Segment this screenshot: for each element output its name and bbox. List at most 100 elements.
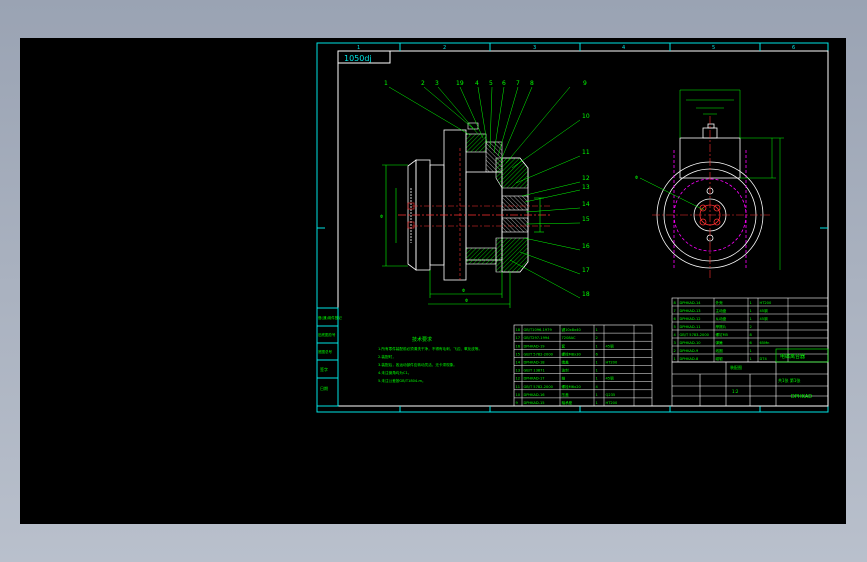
table-cell: 螺钉M5: [716, 332, 729, 337]
table-cell: GB/T 5782-2000: [524, 385, 554, 389]
zone-number: 2: [443, 45, 446, 51]
balloon: 17: [582, 267, 590, 274]
zone-number: 4: [622, 45, 625, 51]
table-cell: 7: [674, 309, 676, 313]
table-cell: 18: [516, 328, 521, 332]
balloon: 11: [582, 149, 590, 156]
table-cell: 8: [674, 301, 677, 305]
table-cell: 6: [750, 341, 753, 345]
table-cell: 1: [596, 369, 598, 373]
balloon: 8: [530, 80, 534, 87]
side-strip-label: 日期: [320, 385, 328, 391]
table-cell: 轴承座: [562, 400, 573, 405]
table-cell: 16: [516, 344, 521, 348]
table-cell: 外壳: [716, 300, 724, 305]
table-cell: 5: [674, 325, 676, 329]
tech-req-line: 3.装配后，各运动部件应转动灵活，无卡滞现象。: [378, 362, 457, 367]
balloon: 1: [384, 80, 388, 87]
table-cell: 主动盘: [716, 308, 727, 313]
leader-lines: [388, 86, 581, 299]
table-cell: 6: [674, 317, 677, 321]
side-strip-label: 借(通)用件登记: [318, 315, 342, 320]
table-cell: 8: [750, 333, 753, 337]
zone-number: 1: [357, 45, 360, 51]
bill-of-materials-right: 8 DPHKAD-14 外壳 1 HT2007 DPHKAD-13 主动盘 1 45钢6 DPHK…: [671, 297, 829, 363]
drawing-type: 装配图: [730, 364, 742, 370]
balloon: 15: [582, 216, 590, 223]
table-cell: 螺栓M8x30: [562, 351, 582, 356]
table-cell: 45钢: [760, 316, 769, 321]
table-cell: DPHKAD-15: [524, 401, 545, 405]
table-cell: 2: [750, 325, 752, 329]
table-cell: 套: [562, 343, 566, 348]
table-cell: GB/T297-1994: [524, 336, 551, 340]
table-cell: 摩擦片: [716, 324, 727, 329]
table-cell: 1: [750, 301, 752, 305]
table-cell: DPHKAD-16: [524, 393, 546, 397]
dimension-label: Φ: [465, 298, 468, 303]
table-cell: 12: [516, 377, 521, 381]
table-cell: DPHKAD-14: [680, 301, 702, 305]
table-cell: GB/T 5783-2000: [680, 333, 710, 337]
balloon: 14: [582, 201, 590, 208]
table-cell: HT200: [606, 401, 618, 405]
zone-number: 6: [792, 45, 795, 51]
scale: 1:2: [732, 389, 739, 394]
table-cell: DPHKAD-17: [524, 377, 545, 381]
table-cell: 14: [516, 361, 521, 365]
table-cell: 1: [750, 349, 752, 353]
table-cell: 1: [596, 377, 598, 381]
table-cell: 1: [750, 357, 752, 361]
table-cell: 4: [596, 385, 599, 389]
table-cell: DPHKAD-19: [524, 344, 546, 348]
table-cell: 1: [596, 361, 598, 365]
table-cell: 1: [750, 317, 752, 321]
table-cell: 2: [596, 336, 598, 340]
balloon: 9: [583, 80, 587, 87]
drawing-code: DPHKAD: [791, 394, 812, 400]
table-cell: Q235: [606, 393, 616, 397]
table-cell: 11: [516, 385, 521, 389]
table-cell: 1: [596, 344, 598, 348]
tech-req-line: 2.装配时，: [378, 354, 396, 359]
table-cell: GB/T1096-1979: [524, 328, 553, 332]
table-cell: DPHKAD-11: [680, 325, 701, 329]
tech-req-title: 技术要求: [412, 336, 432, 343]
balloon: 10: [582, 113, 590, 120]
balloon: 12: [582, 175, 590, 182]
table-cell: 压盖: [562, 392, 570, 397]
table-cell: 45钢: [606, 343, 615, 348]
table-cell: 磁轭: [716, 356, 724, 361]
balloon: 3: [435, 80, 439, 87]
zone-number: 5: [712, 45, 715, 51]
table-cell: 1: [596, 393, 598, 397]
balloon: 19: [456, 80, 464, 87]
side-dimensions: [639, 89, 784, 270]
table-cell: 弹簧: [716, 340, 724, 345]
table-cell: 7208AC: [562, 336, 577, 340]
balloon: 18: [582, 291, 590, 298]
table-cell: DPHKAD-18: [524, 361, 546, 365]
table-cell: HT200: [760, 301, 772, 305]
table-cell: 1: [674, 357, 676, 361]
table-cell: 从动盘: [716, 316, 727, 321]
table-cell: GB/T 13871: [524, 369, 545, 373]
table-cell: DPHKAD-9: [680, 349, 699, 353]
dimension-label: Φ: [462, 288, 465, 293]
table-cell: 端盖: [562, 360, 570, 365]
table-cell: 17: [516, 336, 521, 340]
tech-req-line: 1.所有零件装配前必须清洗干净，不得有毛刺、飞边、氧化皮等。: [378, 346, 482, 351]
balloon: 2: [421, 80, 425, 87]
dimension-label: Φ: [635, 175, 638, 180]
table-cell: 线圈: [716, 348, 724, 353]
assembly-drawing: 1 2 3 4 5 6 1050dj 借(通)用件登记 旧底图总号 底图总号 签…: [316, 42, 829, 413]
cad-viewport[interactable]: 1 2 3 4 5 6 1050dj 借(通)用件登记 旧底图总号 底图总号 签…: [20, 38, 846, 524]
table-cell: 1: [596, 401, 598, 405]
sheet-info: 共1张 第1张: [778, 377, 800, 383]
table-cell: 轴: [562, 376, 566, 381]
balloon: 6: [502, 80, 506, 87]
dimension-label: Φ: [380, 214, 383, 219]
table-cell: 键10x8x40: [562, 327, 582, 332]
assembly-name: 电磁离合器: [780, 353, 805, 360]
table-cell: DPHKAD-10: [680, 341, 702, 345]
